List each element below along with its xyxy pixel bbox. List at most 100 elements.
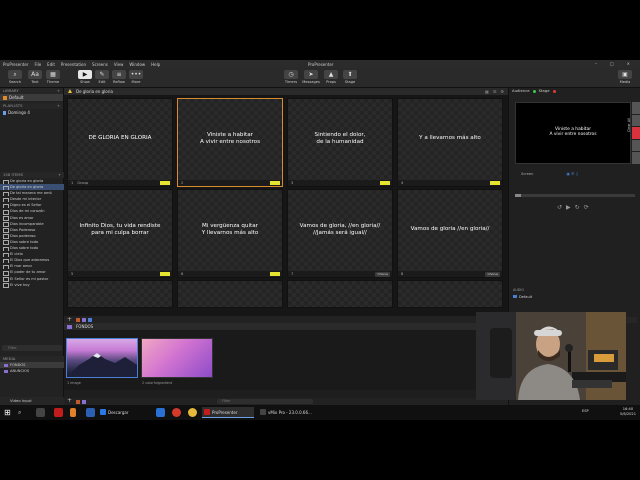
stage-button[interactable]: ⬆ Stage [341, 70, 359, 87]
show-button[interactable]: ▶ Show [76, 70, 94, 87]
acrobat-icon[interactable] [54, 408, 63, 417]
menu-propresenter[interactable]: ProPresenter [3, 62, 28, 67]
grid-view-icon[interactable]: ▦ [485, 88, 489, 95]
word-icon[interactable] [86, 408, 95, 417]
slide-thumbnail[interactable]: Vamos de gloria, //en gloria// //Jamás s… [287, 189, 393, 278]
language-indicator[interactable]: ESP [582, 409, 589, 413]
slide-thumbnail[interactable]: Sintiendo el dolor, de la humanidad 3 [287, 98, 393, 187]
task-view-icon[interactable] [36, 408, 45, 417]
menu-file[interactable]: File [34, 62, 41, 67]
add-icon[interactable]: + [57, 88, 60, 94]
menu-edit[interactable]: Edit [47, 62, 55, 67]
clear-slide-button[interactable] [632, 102, 640, 114]
menu-help[interactable]: Help [151, 62, 160, 67]
media-filter-input[interactable]: Filter [217, 399, 313, 404]
slide-thumbnail[interactable]: Infinito Dios, tu vida rendiste para mi … [67, 189, 173, 278]
slide-thumbnail[interactable]: Viniste a habitar A vivir entre nosotros… [177, 98, 283, 187]
clear-audio-button[interactable] [632, 152, 640, 164]
menu-view[interactable]: View [114, 62, 124, 67]
playlist-item[interactable]: Domingo 4 [0, 109, 63, 116]
slide-thumbnail[interactable] [67, 280, 173, 308]
audio-type-icon[interactable] [82, 317, 86, 322]
clear-buttons [632, 102, 640, 164]
audience-status-icon [532, 89, 536, 93]
chrome-icon[interactable] [188, 408, 197, 417]
media-type-icon[interactable] [76, 399, 80, 404]
slide-thumbnail[interactable]: DE GLORIA EN GLORIA 1 Group [67, 98, 173, 187]
list-view-icon[interactable]: ☰ [493, 88, 497, 95]
clear-props-button[interactable] [632, 139, 640, 152]
taskbar-task-download[interactable]: Descargar [98, 407, 150, 418]
video-type-icon[interactable] [88, 317, 92, 322]
rewind-icon[interactable]: ↺ [557, 204, 562, 211]
progress-track[interactable] [515, 194, 635, 197]
text-button[interactable]: Aa Text [26, 70, 44, 87]
slide-thumbnail[interactable]: Y a llevarnos más alto 4 [397, 98, 503, 187]
todo-icon[interactable] [156, 408, 165, 417]
theme-button[interactable]: ▦ Theme [44, 70, 62, 87]
slide-text: Sintiendo el dolor, de la humanidad [314, 131, 366, 145]
add-icon[interactable]: + [57, 103, 60, 109]
close-icon[interactable]: × [627, 61, 630, 66]
search-icon[interactable]: ⌕ [18, 408, 27, 417]
menu-screens[interactable]: Screens [92, 62, 108, 67]
slide-text: Vamos de gloria, //en gloria// //Jamás s… [299, 222, 381, 236]
clear-all-button[interactable] [632, 127, 640, 139]
windows-start-icon[interactable]: ⊞ [4, 408, 13, 417]
slide-thumbnail[interactable]: Mi vergüenza quitar Y llevarnos más alto… [177, 189, 283, 278]
forward-icon[interactable]: ↻ [575, 204, 580, 211]
search-button[interactable]: ⌕ Search [6, 70, 24, 87]
reflow-button[interactable]: ≡ Reflow [110, 70, 128, 87]
play-icon[interactable]: ▶ [566, 204, 571, 211]
taskbar-task-propresenter[interactable]: ProPresenter [202, 407, 254, 418]
slide-group-color-chip [160, 181, 170, 185]
minimize-icon[interactable]: – [595, 61, 597, 66]
taskbar-clock[interactable]: 16:40 5/6/2021 [620, 407, 636, 417]
edit-button[interactable]: ✎ Edit [93, 70, 111, 87]
add-icon[interactable]: + [67, 397, 72, 404]
more-button[interactable]: ••• More [127, 70, 145, 87]
screen-selector[interactable]: Screen [521, 172, 533, 176]
library-filter-input[interactable]: Filter [2, 345, 62, 351]
loop-icon[interactable]: ⟳ [584, 204, 589, 211]
slide-thumbnail[interactable] [177, 280, 283, 308]
library-default[interactable]: Default [0, 94, 63, 101]
props-button[interactable]: ▲ Props [322, 70, 340, 87]
audio-type-icon[interactable] [82, 399, 86, 404]
maximize-icon[interactable]: □ [610, 61, 614, 66]
slide-number: 6 [181, 272, 184, 276]
video-input-button[interactable]: Video Input [0, 397, 64, 405]
menu-presentation[interactable]: Presentation [61, 62, 86, 67]
menu-bar: ProPresenter File Edit Presentation Scre… [0, 60, 640, 68]
media-type-icon[interactable] [76, 317, 80, 322]
taskbar-task-vmix[interactable]: vMix Pro - 23.0.0.66... [258, 407, 312, 418]
slide-group-color-chip [270, 272, 280, 276]
timers-button[interactable]: ◷ Timers [282, 70, 300, 87]
opera-icon[interactable] [172, 408, 181, 417]
slide-thumbnail[interactable] [287, 280, 393, 308]
slide-thumbnail[interactable]: Vamos de gloria //en gloria// 8 Chorus [397, 189, 503, 278]
clear-media-button[interactable] [632, 114, 640, 127]
slide-number: 1 [71, 181, 74, 185]
presentation-item[interactable]: El vive hoy [0, 282, 64, 288]
slide-thumbnail[interactable] [397, 280, 503, 308]
transport-controls: ↺ ▶ ↻ ⟳ [557, 204, 589, 211]
window-title: ProPresenter [308, 61, 334, 67]
media-item-anuncios[interactable]: ANUNCIOS [0, 368, 64, 374]
media-button[interactable]: ▣ Media [616, 70, 634, 87]
theme-icon: ▦ [46, 70, 60, 79]
audio-default-item[interactable]: Default [513, 295, 637, 299]
add-icon[interactable]: + [67, 316, 72, 323]
media-thumb-gradient[interactable]: 2 colorfulgradient [141, 338, 213, 385]
menu-window[interactable]: Window [129, 62, 145, 67]
media-thumb-mountain[interactable]: 1 image [66, 338, 138, 385]
screen-view-icons[interactable]: ▣ ☰ ♫ [567, 172, 579, 176]
vlc-icon[interactable] [70, 408, 76, 417]
slide-text [400, 281, 500, 299]
slide-text: DE GLORIA EN GLORIA [88, 135, 152, 141]
screen-selector-row: Screen ▣ ☰ ♫ [513, 172, 637, 176]
slide-text [180, 281, 280, 299]
messages-button[interactable]: ➤ Messages [302, 70, 320, 87]
presentation-list: De gloria en gloria De gloria en gloria … [0, 178, 64, 288]
settings-icon[interactable]: ⚙ [500, 88, 504, 95]
